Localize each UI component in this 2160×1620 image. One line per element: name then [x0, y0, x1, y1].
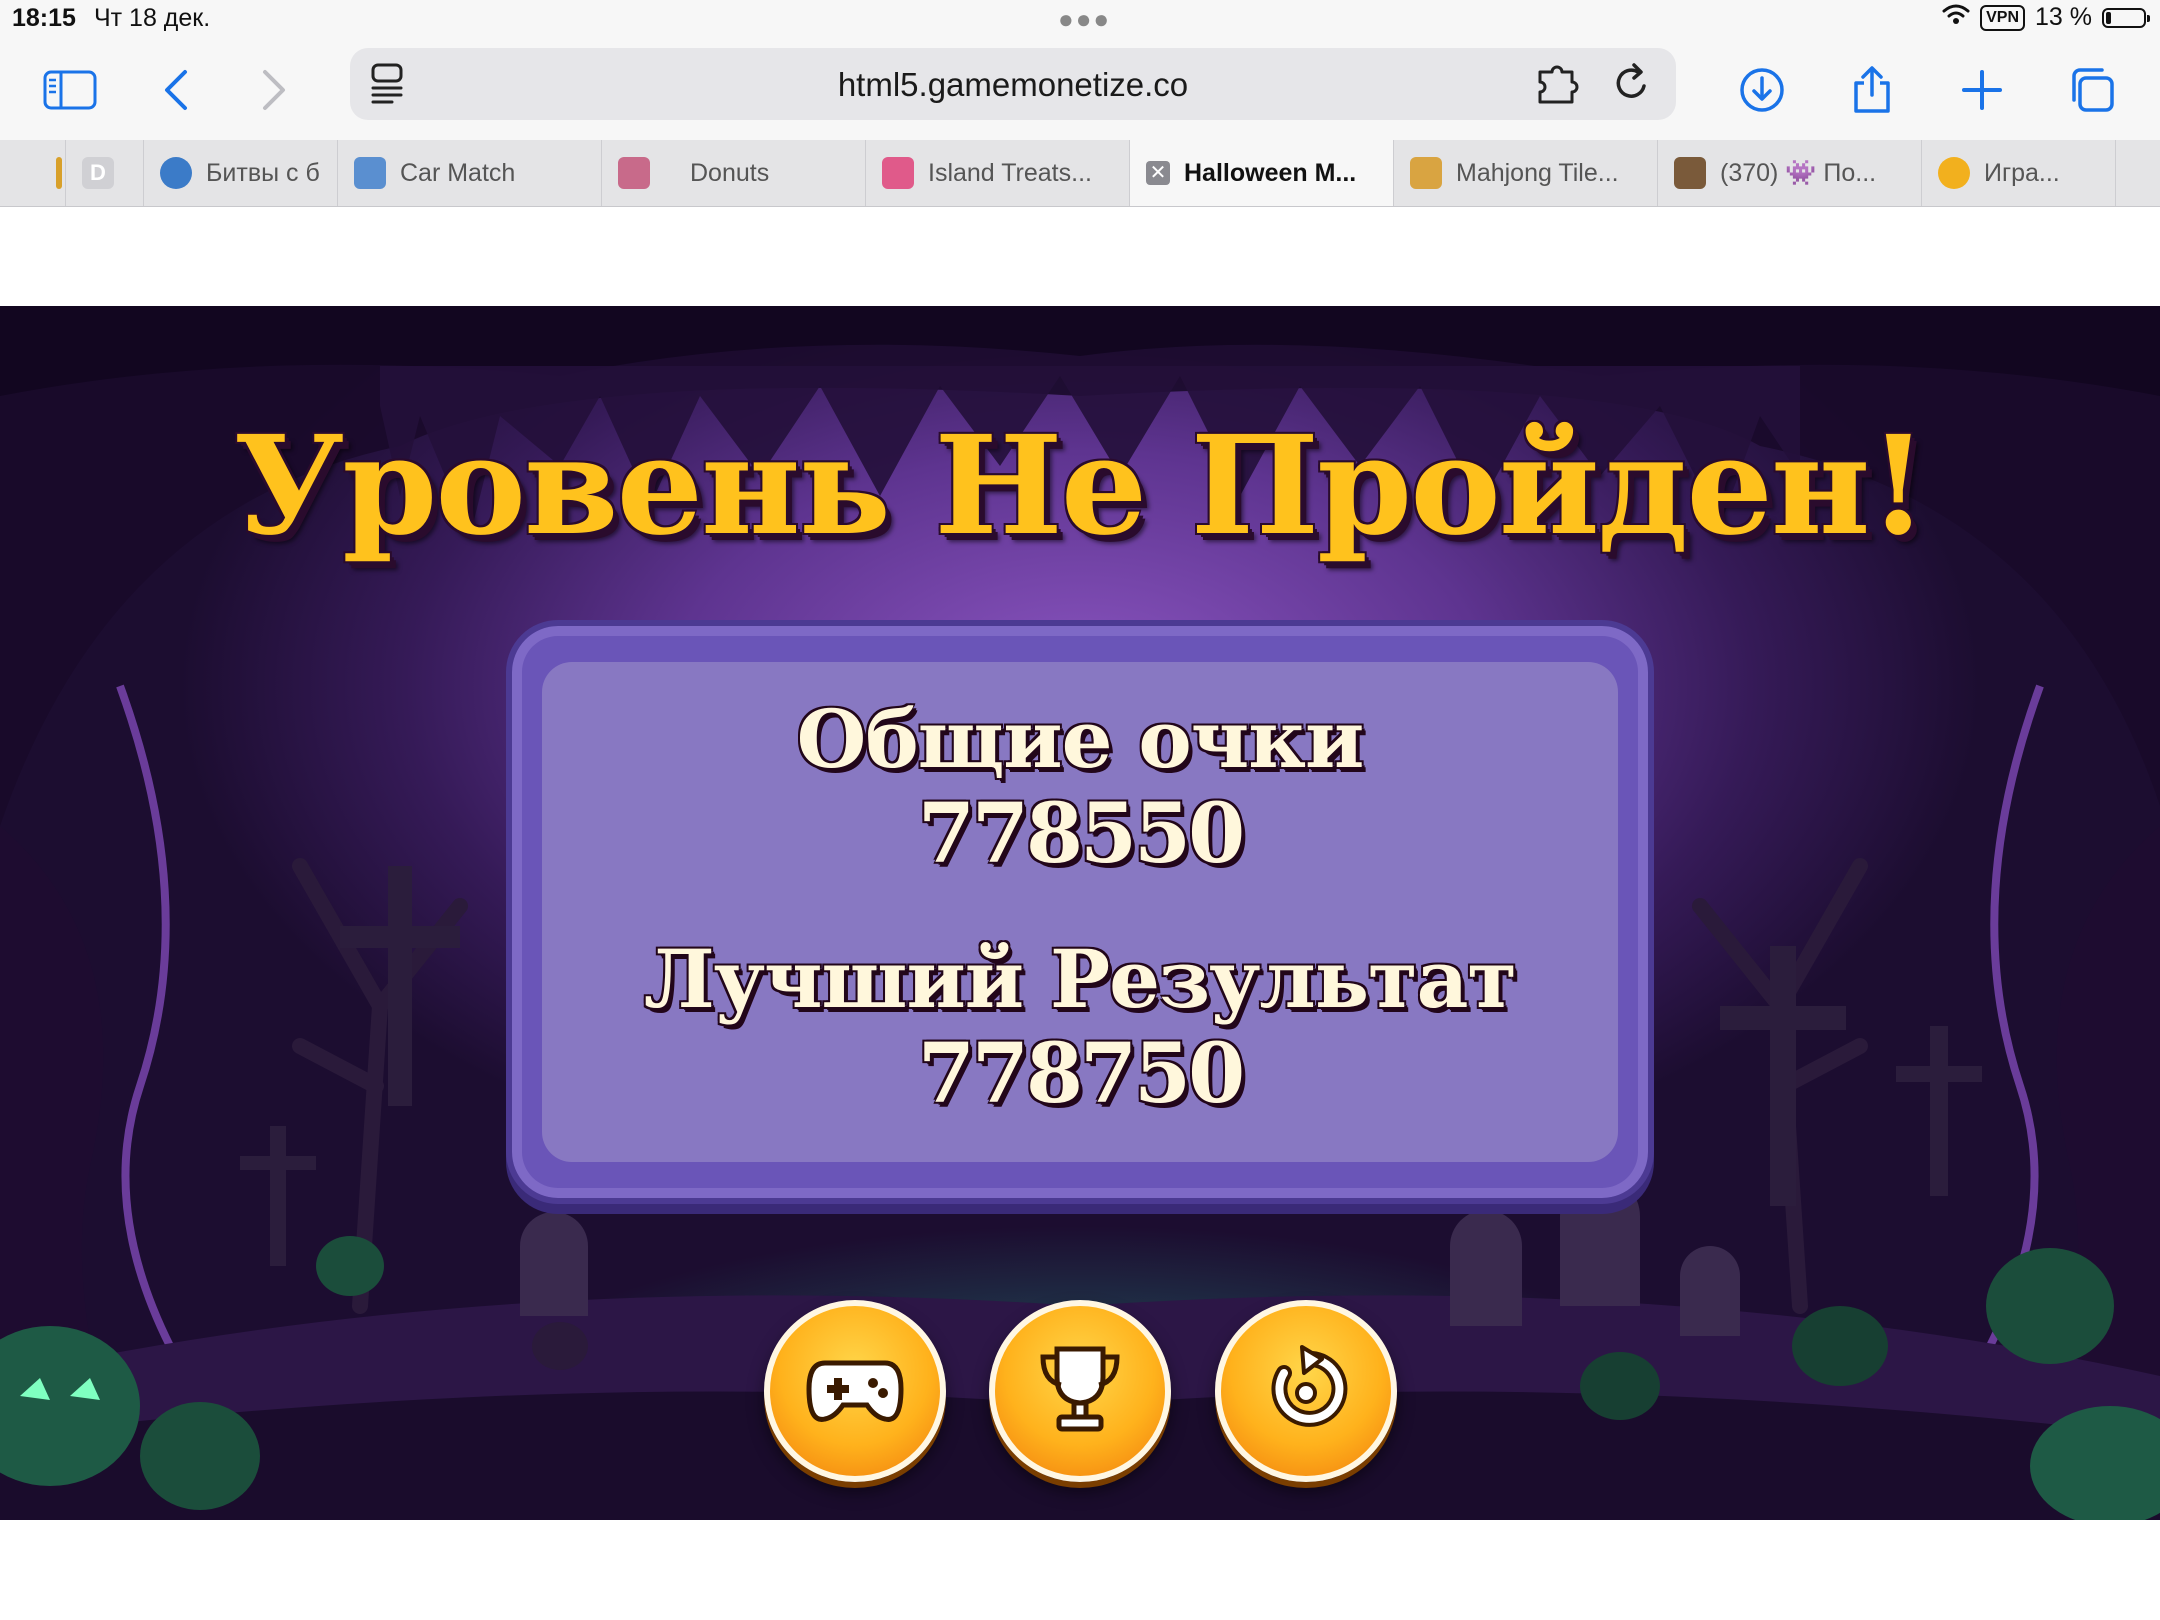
status-date: Чт 18 дек.	[94, 4, 211, 32]
tab-label: Битвы с б	[206, 158, 320, 187]
tab-4[interactable]: Donuts	[602, 140, 866, 206]
status-time: 18:15	[12, 4, 76, 32]
share-icon[interactable]	[1840, 58, 1904, 122]
tab-3[interactable]: Car Match	[338, 140, 602, 206]
sidebar-icon[interactable]	[38, 58, 102, 122]
extension-icon[interactable]	[1536, 64, 1582, 109]
download-icon[interactable]	[1730, 58, 1794, 122]
new-tab-icon[interactable]	[1950, 58, 2014, 122]
restart-icon	[1260, 1343, 1352, 1440]
tab-2[interactable]: Битвы с б	[144, 140, 338, 206]
tab-6-active[interactable]: ✕ Halloween M...	[1130, 140, 1394, 206]
forward-icon[interactable]	[242, 58, 306, 122]
tab-1[interactable]: D	[66, 140, 144, 206]
tab-favicon-icon	[160, 157, 192, 189]
tab-9[interactable]: Игра...	[1922, 140, 2116, 206]
tab-favicon-icon: D	[82, 157, 114, 189]
tab-label: Halloween M...	[1184, 158, 1357, 187]
tabs-overview-icon[interactable]	[2060, 58, 2124, 122]
browser-toolbar: html5.gamemonetize.co	[0, 40, 2160, 140]
status-right: VPN 13 %	[1942, 3, 2150, 32]
tab-favicon-icon	[618, 157, 650, 189]
tab-label: Donuts	[690, 158, 770, 187]
restart-button[interactable]	[1215, 1300, 1397, 1482]
total-score-label: Общие очки	[796, 692, 1365, 786]
gamepad-icon	[805, 1349, 905, 1434]
total-score-value: 778550	[917, 786, 1245, 882]
tab-7[interactable]: Mahjong Tile...	[1394, 140, 1658, 206]
tab-favicon-icon	[1938, 157, 1970, 189]
wifi-icon	[1942, 3, 1970, 32]
back-icon[interactable]	[144, 58, 208, 122]
tab-8[interactable]: (370) 👾 По...	[1658, 140, 1922, 206]
page-bottom-area	[0, 1520, 2160, 1620]
tab-0[interactable]	[0, 140, 66, 206]
tab-favicon-icon	[882, 157, 914, 189]
leaderboard-button[interactable]	[989, 1300, 1171, 1482]
multitasking-dots-icon[interactable]: ●●●	[1058, 4, 1111, 35]
tab-bar: D Битвы с б Car Match Donuts Island Trea…	[0, 140, 2160, 207]
score-panel: Общие очки 778550 Лучший Результат 77875…	[506, 620, 1654, 1204]
tab-favicon-icon	[56, 157, 62, 189]
tab-label: Mahjong Tile...	[1456, 158, 1619, 187]
reload-icon[interactable]	[1612, 62, 1652, 109]
tab-favicon-icon	[354, 157, 386, 189]
address-bar[interactable]: html5.gamemonetize.co	[350, 48, 1676, 120]
best-score-value: 778750	[917, 1026, 1245, 1122]
status-bar: 18:15 Чт 18 дек. ●●● VPN 13 %	[0, 0, 2160, 40]
battery-icon	[2102, 7, 2150, 28]
tab-label: Car Match	[400, 158, 516, 187]
more-games-button[interactable]	[764, 1300, 946, 1482]
tab-label: (370) 👾 По...	[1720, 158, 1877, 187]
tab-favicon-icon	[1410, 157, 1442, 189]
trophy-icon	[1035, 1341, 1125, 1442]
level-failed-title: Уровень Не Пройден!	[233, 406, 1928, 566]
vpn-badge: VPN	[1980, 4, 2026, 31]
best-score-label: Лучший Результат	[643, 932, 1517, 1026]
close-tab-icon[interactable]: ✕	[1146, 161, 1170, 185]
tab-favicon-icon	[1674, 157, 1706, 189]
tab-label: Island Treats...	[928, 158, 1092, 187]
battery-percent: 13 %	[2035, 3, 2092, 31]
url-text[interactable]: html5.gamemonetize.co	[350, 66, 1676, 104]
tab-label: Игра...	[1984, 158, 2060, 187]
game-canvas[interactable]: Уровень Не Пройден! Общие очки 778550 Лу…	[0, 306, 2160, 1520]
tab-5[interactable]: Island Treats...	[866, 140, 1130, 206]
